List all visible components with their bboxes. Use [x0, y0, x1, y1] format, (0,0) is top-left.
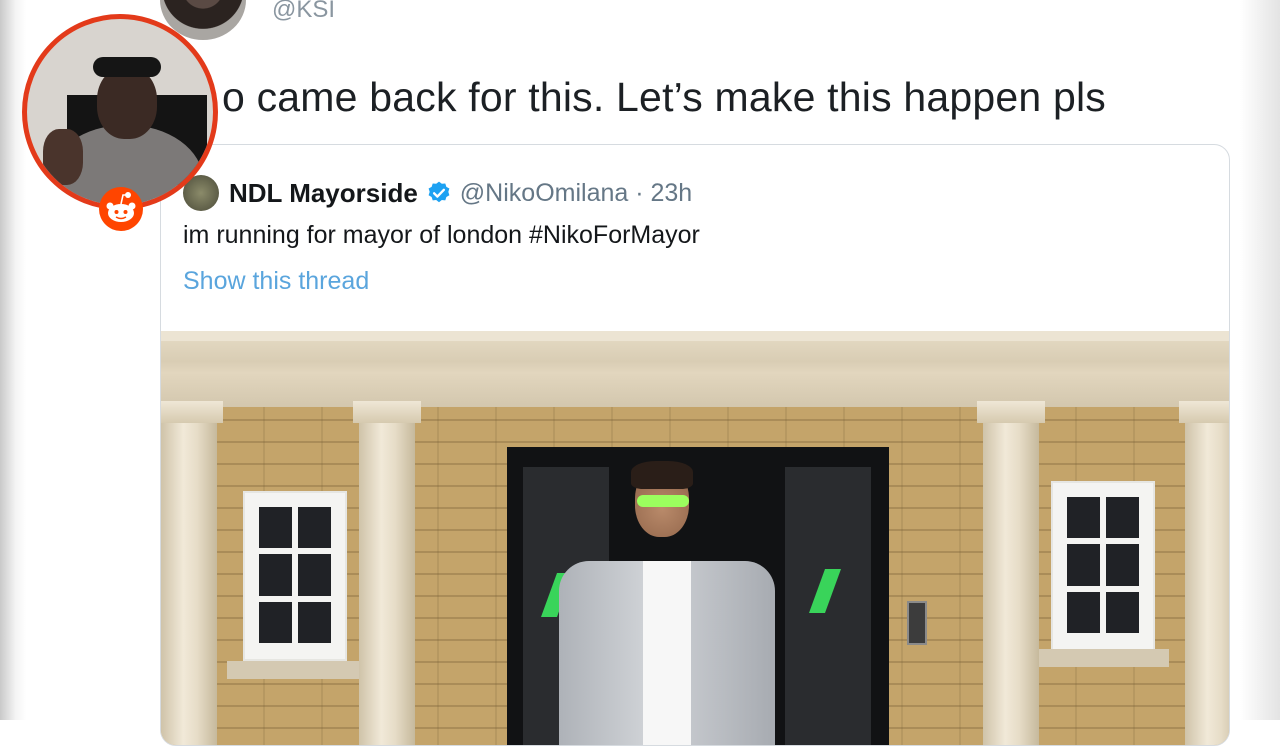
- intercom: [907, 601, 927, 645]
- verified-badge-icon: [426, 180, 452, 206]
- left-window: [243, 491, 347, 661]
- show-thread-link[interactable]: Show this thread: [183, 267, 369, 296]
- column-4: [1179, 401, 1229, 745]
- quoted-tweet-video[interactable]: [161, 331, 1229, 745]
- quoted-handle-time[interactable]: @NikoOmilana · 23h: [460, 179, 692, 208]
- right-window: [1051, 481, 1155, 651]
- green-sunglasses: [637, 495, 689, 507]
- person-in-suit: [559, 461, 779, 745]
- quoted-display-name[interactable]: NDL Mayorside: [229, 178, 418, 209]
- quoted-tweet-body: im running for mayor of london #NikoForM…: [183, 221, 700, 249]
- quoted-tweet-card[interactable]: NDL Mayorside @NikoOmilana · 23h im runn…: [160, 144, 1230, 746]
- column-1: [161, 401, 223, 745]
- reddit-icon: [98, 186, 144, 232]
- left-window-sill: [227, 661, 359, 679]
- portico-entablature: [161, 331, 1229, 407]
- right-window-sill: [1039, 649, 1169, 667]
- column-2: [353, 401, 421, 745]
- quoted-tweet-header: NDL Mayorside @NikoOmilana · 23h: [183, 175, 692, 211]
- author-handle[interactable]: @KSI: [272, 0, 335, 24]
- reaction-webcam: [22, 14, 218, 210]
- right-edge-shadow: [1240, 0, 1280, 720]
- tweet-text: o came back for this. Let’s make this ha…: [222, 74, 1106, 120]
- column-3: [977, 401, 1045, 745]
